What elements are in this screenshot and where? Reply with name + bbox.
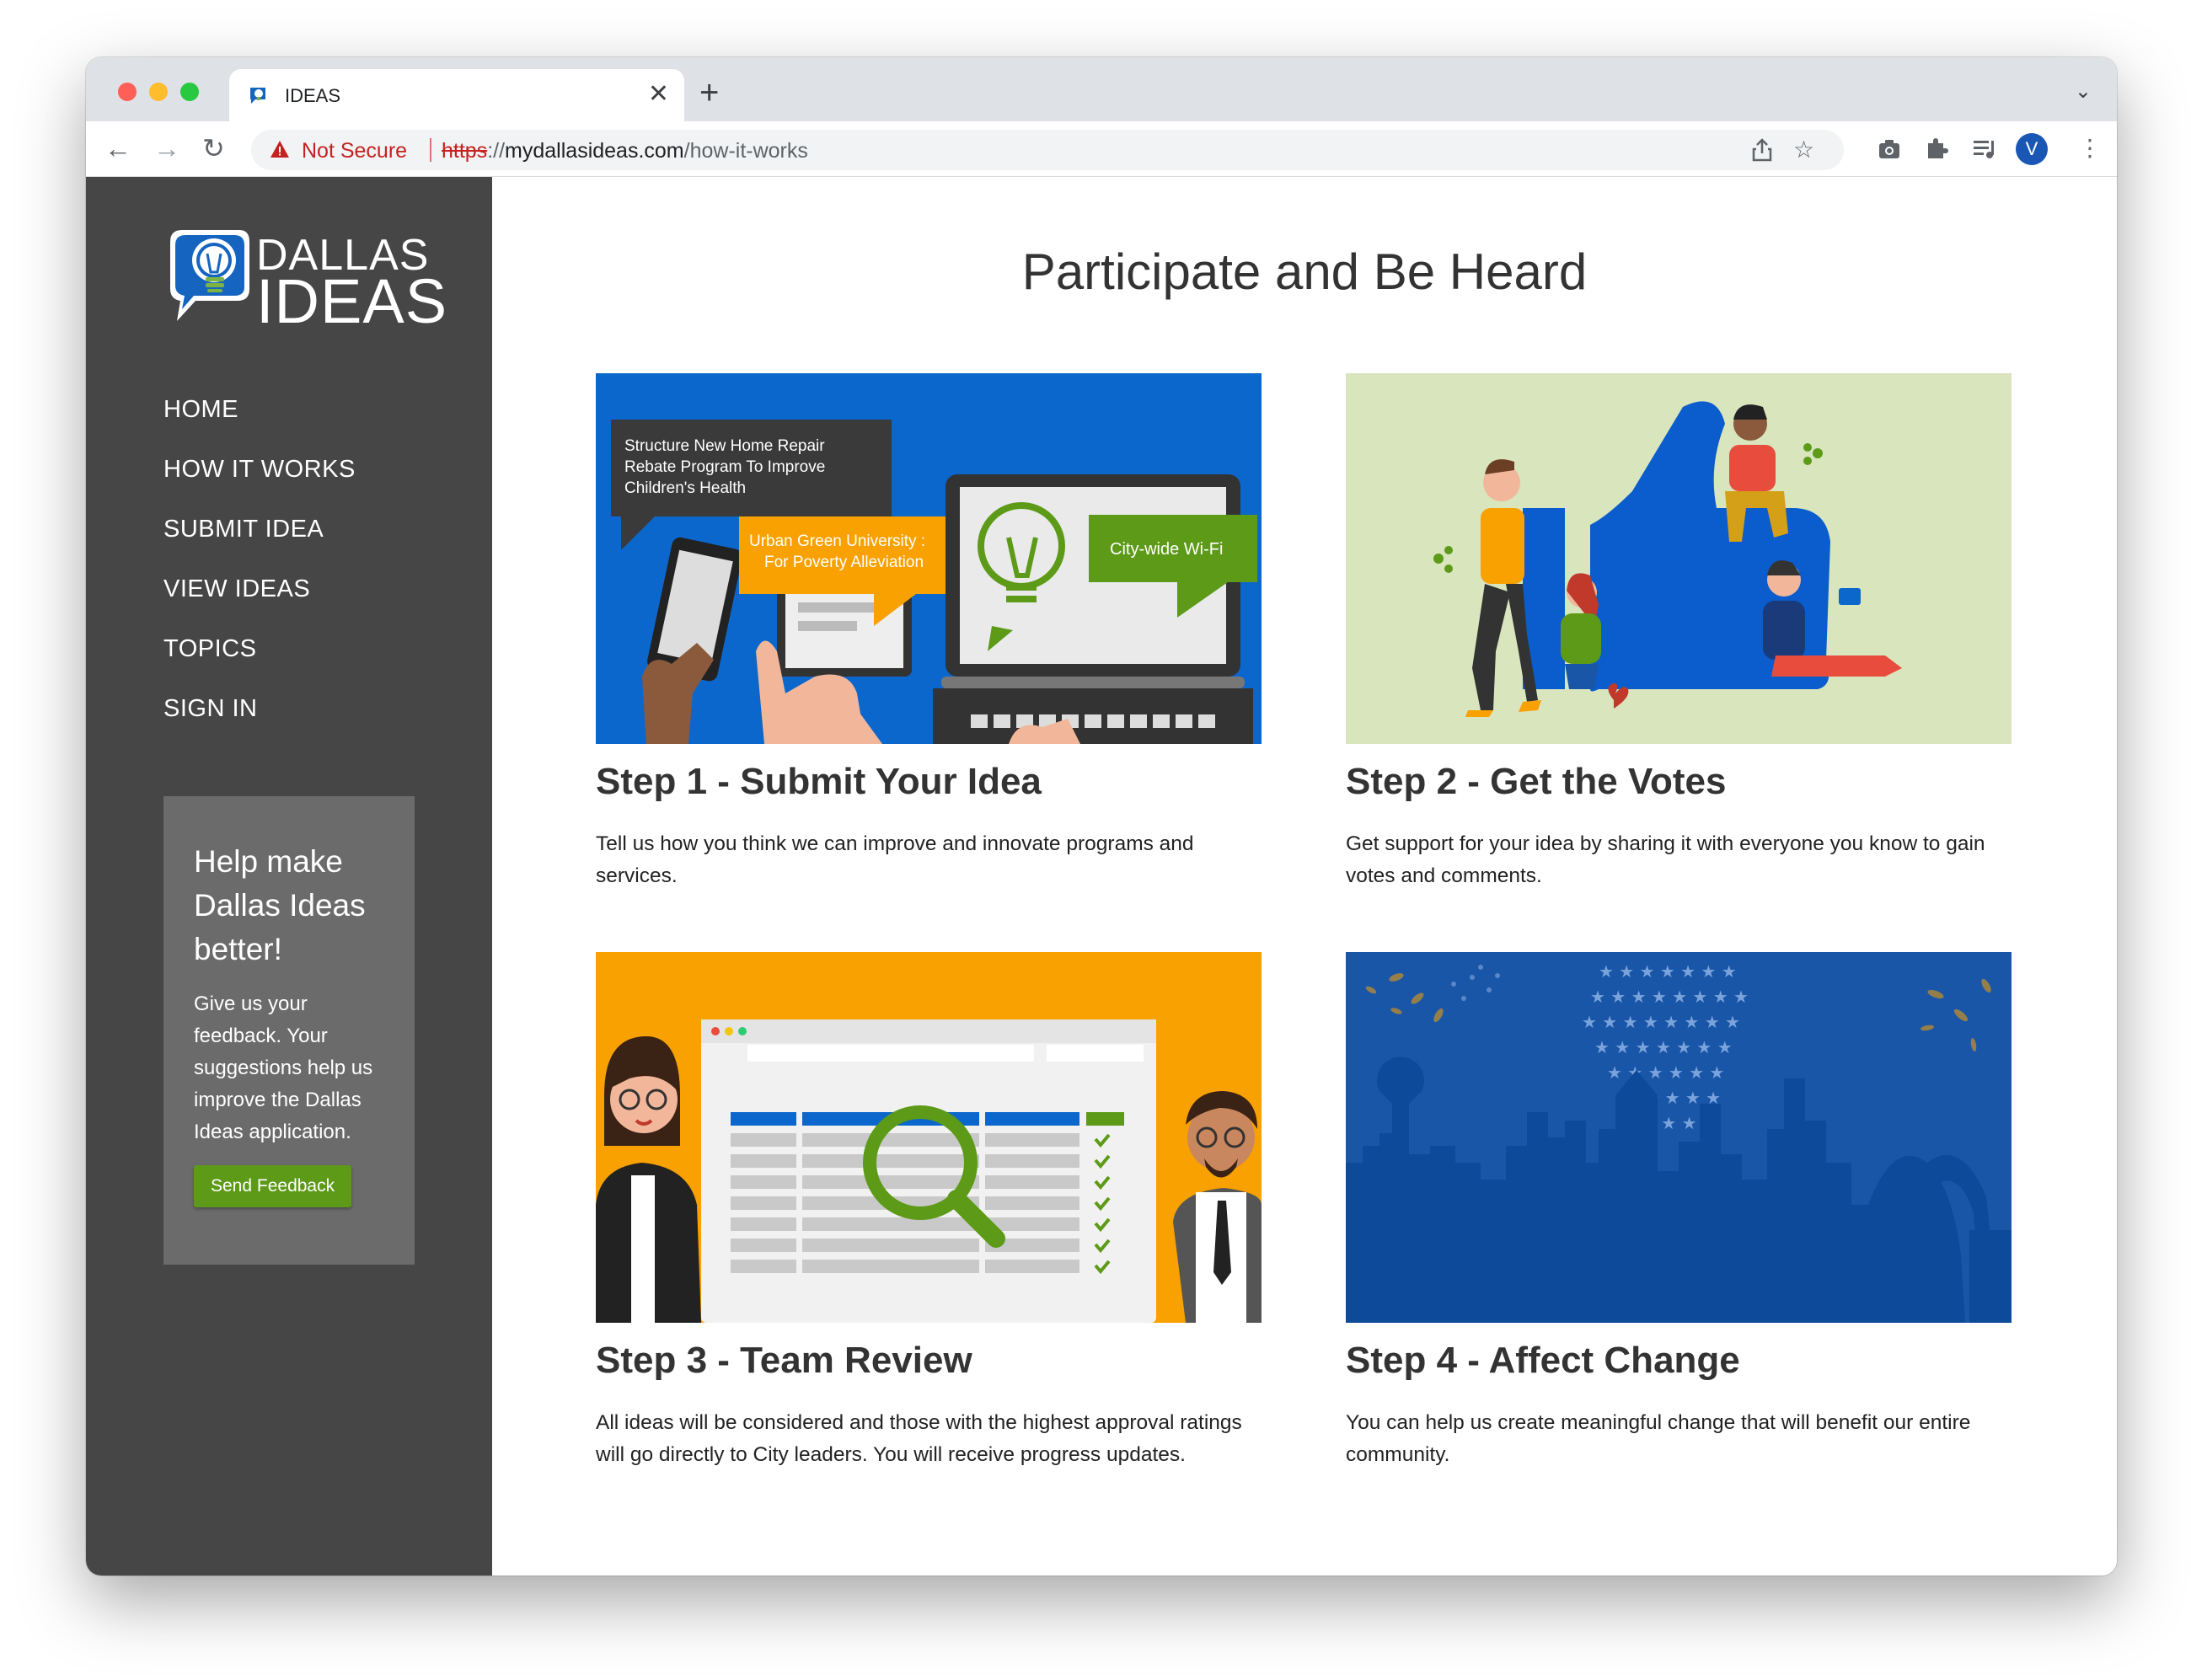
new-tab-button[interactable]: + [699,76,719,110]
back-icon[interactable]: ← [104,133,131,163]
nav-item-view-ideas[interactable]: VIEW IDEAS [163,575,356,635]
camera-icon[interactable] [1878,138,1901,160]
url-text[interactable]: https://mydallasideas.com/how-it-works [442,139,808,163]
browser-window: IDEAS ✕ + ⌄ ← → ↻ Not Secure https://myd… [86,57,2117,1576]
step-3-description: All ideas will be considered and those w… [596,1411,1242,1466]
url-path: /how-it-works [683,139,808,163]
browser-toolbar: ← → ↻ Not Secure https://mydallasideas.c… [86,121,2117,177]
omnibox-divider [430,138,431,162]
send-feedback-button[interactable]: Send Feedback [194,1165,352,1207]
step-4-description: You can help us create meaningful change… [1346,1411,1971,1466]
step-2-title: Step 2 - Get the Votes [1346,761,1727,802]
nav-item-home[interactable]: HOME [163,396,356,456]
bookmark-star-icon[interactable]: ☆ [1793,136,1814,163]
browser-tab[interactable]: IDEAS ✕ [229,69,684,121]
svg-text:★ ★ ★ ★ ★ ★: ★ ★ ★ ★ ★ ★ [1607,1062,1724,1083]
minimize-window-button[interactable] [149,83,168,101]
step-4-title: Step 4 - Affect Change [1346,1340,1740,1381]
security-label[interactable]: Not Secure [302,139,407,163]
page-title: Participate and Be Heard [1021,243,1588,300]
close-window-button[interactable] [118,83,137,101]
feedback-title: Help make Dallas Ideas better! [194,844,366,966]
step-2-illustration [1346,373,2012,744]
main-content: Participate and Be Heard Structure New H… [492,177,2117,1576]
url-host: mydallasideas.com [505,139,684,163]
forward-icon[interactable]: → [153,133,180,163]
nav-item-submit-idea[interactable]: SUBMIT IDEA [163,516,356,575]
share-icon[interactable] [1751,138,1773,162]
sidebar: DALLAS IDEAS HOME HOW IT WORKS SUBMIT ID… [86,177,492,1576]
menu-icon[interactable]: ⋮ [2078,135,2102,162]
step-3-illustration [596,952,1262,1323]
step-1-illustration: Structure New Home Repair Rebate Program… [596,373,1262,744]
url-separator: :// [487,139,506,163]
step-3-title: Step 3 - Team Review [596,1340,972,1381]
profile-avatar[interactable]: V [2016,133,2048,165]
svg-text:★ ★ ★ ★ ★ ★ ★ ★: ★ ★ ★ ★ ★ ★ ★ ★ [1590,987,1749,1007]
step-1-description: Tell us how you think we can improve and… [596,832,1194,887]
zoom-window-button[interactable] [180,83,199,101]
bubble-2-line-1: Urban Green University : [749,532,925,550]
step-1-title: Step 1 - Submit Your Idea [596,761,1042,802]
lightbulb-logo-icon [170,230,249,321]
reload-icon[interactable]: ↻ [202,133,225,163]
tab-close-icon[interactable]: ✕ [648,79,669,110]
tab-title: IDEAS [285,85,341,106]
bubble-3-text: City-wide Wi-Fi [1110,540,1223,559]
url-scheme: https [442,139,488,163]
svg-text:★ ★ ★ ★ ★ ★ ★: ★ ★ ★ ★ ★ ★ ★ [1594,1037,1733,1057]
warning-icon [271,141,289,158]
address-bar[interactable]: Not Secure https://mydallasideas.com/how… [251,130,1844,170]
bubble-1-line-1: Structure New Home Repair [624,437,825,455]
nav-item-how-it-works[interactable]: HOW IT WORKS [163,456,356,516]
main-nav: HOME HOW IT WORKS SUBMIT IDEA VIEW IDEAS… [163,396,356,755]
step-2-description: Get support for your idea by sharing it … [1346,832,1985,887]
nav-item-sign-in[interactable]: SIGN IN [163,695,356,755]
tab-search-chevron-icon[interactable]: ⌄ [2075,79,2092,104]
tab-strip: IDEAS ✕ + ⌄ [86,57,2117,121]
bubble-1-line-2: Rebate Program To Improve [624,458,825,476]
svg-text:★ ★ ★ ★ ★ ★ ★: ★ ★ ★ ★ ★ ★ ★ [1599,961,1737,982]
dallas-ideas-logo[interactable]: DALLAS IDEAS [162,223,448,336]
extensions-icon[interactable] [1925,136,1948,160]
svg-text:★ ★ ★ ★ ★ ★ ★ ★: ★ ★ ★ ★ ★ ★ ★ ★ [1582,1012,1740,1032]
media-icon[interactable] [1972,138,1997,160]
page-content: DALLAS IDEAS HOME HOW IT WORKS SUBMIT ID… [86,177,2117,1576]
bubble-2-line-2: For Poverty Alleviation [764,554,924,571]
step-4-illustration: ★ ★ ★ ★ ★ ★ ★ ★ ★ ★ ★ ★ ★ ★ ★ ★ ★ ★ ★ ★ … [1346,952,2012,1323]
feedback-text: Give us your feedback. Your suggestions … [194,992,373,1143]
nav-item-topics[interactable]: TOPICS [163,635,356,695]
logo-text-ideas: IDEAS [256,266,448,336]
feedback-panel: Help make Dallas Ideas better! Give us y… [163,796,415,1265]
bubble-1-line-3: Children's Health [624,479,746,497]
favicon-icon [250,88,265,104]
